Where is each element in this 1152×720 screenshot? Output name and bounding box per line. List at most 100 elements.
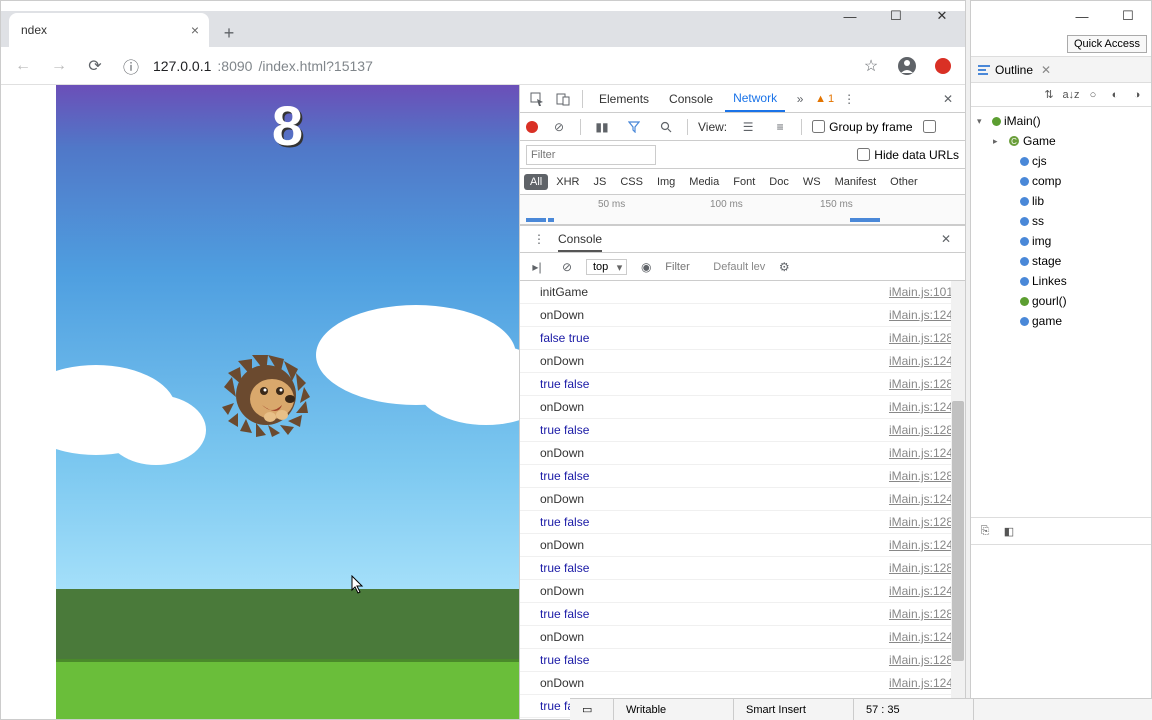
filter-input[interactable]	[526, 145, 656, 165]
filter-ws[interactable]: WS	[797, 174, 827, 190]
filter-xhr[interactable]: XHR	[550, 174, 585, 190]
log-source-link[interactable]: iMain.js:124	[889, 444, 953, 462]
filter-js[interactable]: JS	[587, 174, 612, 190]
filter-doc[interactable]: Doc	[763, 174, 795, 190]
tree-item[interactable]: game	[971, 311, 1151, 331]
log-row[interactable]: onDowniMain.js:124	[520, 580, 965, 603]
log-source-link[interactable]: iMain.js:124	[889, 352, 953, 370]
log-source-link[interactable]: iMain.js:124	[889, 398, 953, 416]
tree-item[interactable]: cjs	[971, 151, 1151, 171]
log-row[interactable]: false trueiMain.js:128	[520, 327, 965, 350]
search-icon[interactable]	[655, 116, 677, 138]
console-menu-icon[interactable]: ⋮	[528, 228, 550, 250]
log-row[interactable]: true falseiMain.js:128	[520, 603, 965, 626]
ide-maximize-button[interactable]: ☐	[1105, 1, 1151, 31]
extension-icon[interactable]	[929, 52, 957, 80]
filter-funnel-icon[interactable]	[623, 116, 645, 138]
tab-close-icon[interactable]: ×	[191, 22, 199, 38]
log-row[interactable]: true falseiMain.js:128	[520, 649, 965, 672]
console-sidebar-icon[interactable]: ▸|	[526, 256, 548, 278]
log-source-link[interactable]: iMain.js:128	[889, 605, 953, 623]
log-source-link[interactable]: iMain.js:124	[889, 628, 953, 646]
maximize-button[interactable]: ☐	[873, 1, 919, 31]
log-row[interactable]: onDowniMain.js:124	[520, 442, 965, 465]
log-row[interactable]: onDowniMain.js:124	[520, 488, 965, 511]
log-row[interactable]: onDowniMain.js:124	[520, 672, 965, 695]
log-source-link[interactable]: iMain.js:128	[889, 559, 953, 577]
tree-root[interactable]: ▾iMain()	[971, 111, 1151, 131]
console-log-list[interactable]: initGameiMain.js:101onDowniMain.js:124fa…	[520, 281, 965, 719]
console-filter-input[interactable]	[665, 261, 705, 273]
log-row[interactable]: onDowniMain.js:124	[520, 534, 965, 557]
log-source-link[interactable]: iMain.js:128	[889, 329, 953, 347]
network-timeline[interactable]: 50 ms 100 ms 150 ms	[520, 195, 965, 225]
context-select[interactable]: top	[586, 259, 627, 275]
log-source-link[interactable]: iMain.js:124	[889, 674, 953, 692]
capture-screenshots-checkbox[interactable]	[923, 120, 936, 133]
log-row[interactable]: true falseiMain.js:128	[520, 511, 965, 534]
log-row[interactable]: true falseiMain.js:128	[520, 419, 965, 442]
reload-button[interactable]: ⟳	[81, 52, 109, 80]
log-source-link[interactable]: iMain.js:128	[889, 467, 953, 485]
log-row[interactable]: onDowniMain.js:124	[520, 304, 965, 327]
group-by-frame-checkbox[interactable]: Group by frame	[812, 120, 912, 134]
quick-access-button[interactable]: Quick Access	[1067, 35, 1147, 53]
console-settings-icon[interactable]: ⚙	[773, 256, 795, 278]
waterfall-icon[interactable]: ≡	[769, 116, 791, 138]
sort-icon[interactable]: ⇅	[1041, 87, 1057, 103]
profile-icon[interactable]	[893, 52, 921, 80]
outline-tree[interactable]: ▾iMain() ▸CGame cjscomplibssimgstageLink…	[971, 107, 1151, 517]
devtools-close-icon[interactable]: ✕	[937, 88, 959, 110]
filter-manifest[interactable]: Manifest	[829, 174, 883, 190]
log-source-link[interactable]: iMain.js:124	[889, 490, 953, 508]
log-row[interactable]: initGameiMain.js:101	[520, 281, 965, 304]
hide-fields-icon[interactable]: ○	[1085, 87, 1101, 103]
film-icon[interactable]: ▮▮	[591, 116, 613, 138]
log-source-link[interactable]: iMain.js:101	[889, 283, 953, 301]
hide-static-icon[interactable]: ◐	[1107, 87, 1123, 103]
device-toolbar-icon[interactable]	[552, 88, 574, 110]
back-button[interactable]: ←	[9, 52, 37, 80]
log-row[interactable]: true falseiMain.js:128	[520, 373, 965, 396]
console-close-icon[interactable]: ✕	[935, 228, 957, 250]
forward-button[interactable]: →	[45, 52, 73, 80]
log-source-link[interactable]: iMain.js:128	[889, 375, 953, 393]
browser-tab[interactable]: ndex ×	[9, 13, 209, 47]
log-row[interactable]: true falseiMain.js:128	[520, 557, 965, 580]
url-display[interactable]: 127.0.0.1:8090/index.html?15137	[153, 58, 373, 74]
record-button[interactable]	[526, 121, 538, 133]
log-row[interactable]: onDowniMain.js:124	[520, 626, 965, 649]
ide-minimize-button[interactable]: —	[1059, 1, 1105, 31]
hide-data-urls-checkbox[interactable]: Hide data URLs	[857, 148, 959, 162]
tree-item[interactable]: comp	[971, 171, 1151, 191]
az-icon[interactable]: a↓z	[1063, 87, 1079, 103]
tool-icon-2[interactable]: ◧	[1001, 523, 1017, 539]
tree-item[interactable]: gourl()	[971, 291, 1151, 311]
tree-item[interactable]: Linkes	[971, 271, 1151, 291]
log-row[interactable]: onDowniMain.js:124	[520, 350, 965, 373]
clear-button[interactable]: ⊘	[548, 116, 570, 138]
console-scrollbar[interactable]	[951, 281, 965, 719]
tab-elements[interactable]: Elements	[591, 86, 657, 112]
log-level-select[interactable]: Default lev	[713, 261, 765, 273]
status-unknown-icon[interactable]: ▭	[570, 699, 614, 720]
tree-item[interactable]: ss	[971, 211, 1151, 231]
log-source-link[interactable]: iMain.js:124	[889, 306, 953, 324]
site-info-icon[interactable]: ⓘ	[117, 52, 145, 80]
tab-console[interactable]: Console	[661, 86, 721, 112]
tree-item[interactable]: stage	[971, 251, 1151, 271]
console-clear-icon[interactable]: ⊘	[556, 256, 578, 278]
large-rows-icon[interactable]: ☰	[737, 116, 759, 138]
inspect-element-icon[interactable]	[526, 88, 548, 110]
live-expression-icon[interactable]: ◉	[635, 256, 657, 278]
filter-css[interactable]: CSS	[614, 174, 649, 190]
game-canvas[interactable]: 8	[56, 85, 519, 719]
tab-network[interactable]: Network	[725, 86, 785, 112]
tree-node-game[interactable]: ▸CGame	[971, 131, 1151, 151]
log-source-link[interactable]: iMain.js:124	[889, 582, 953, 600]
minimize-button[interactable]: —	[827, 1, 873, 31]
log-row[interactable]: onDowniMain.js:124	[520, 396, 965, 419]
filter-all[interactable]: All	[524, 174, 548, 190]
log-source-link[interactable]: iMain.js:128	[889, 513, 953, 531]
tree-item[interactable]: img	[971, 231, 1151, 251]
